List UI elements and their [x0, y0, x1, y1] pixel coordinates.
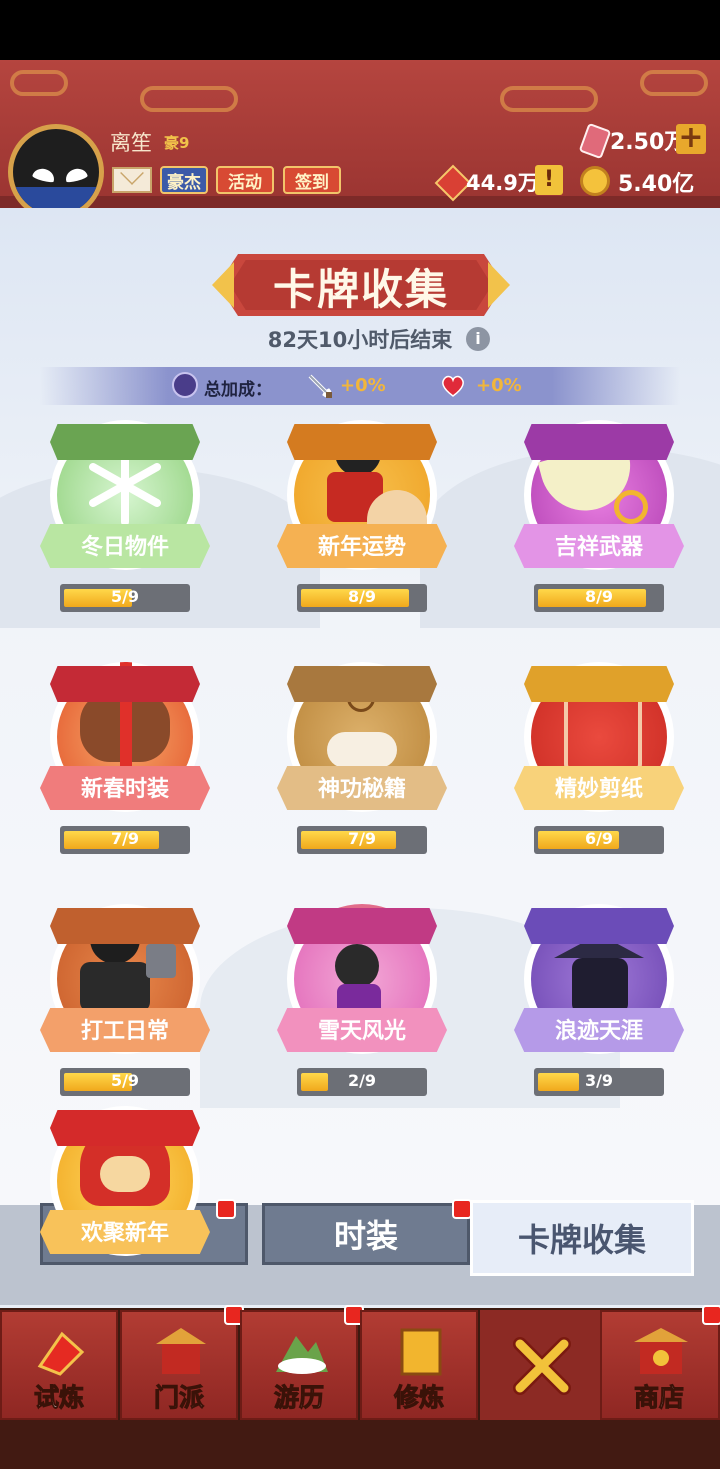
nav-trial-label: 试炼: [33, 1383, 84, 1413]
card-martial-manuals[interactable]: 神功秘籍 7/9: [277, 662, 447, 862]
progress-bar: 7/9: [297, 826, 427, 854]
progress-text: 6/9: [584, 829, 614, 848]
bonus-icon: [172, 372, 198, 398]
cloud-ornament: [500, 86, 598, 112]
card-name: 神功秘籍: [317, 777, 406, 802]
notification-dot: [702, 1305, 720, 1325]
gem-count: 2.50万: [610, 130, 687, 155]
card-name: 雪天风光: [317, 1019, 406, 1044]
nav-sect-label: 门派: [153, 1383, 204, 1413]
page-title: 卡牌收集: [272, 265, 449, 314]
nav-trial[interactable]: 试炼: [0, 1310, 118, 1420]
trial-icon: [37, 1331, 85, 1376]
sword-icon: [308, 374, 332, 398]
nav-travel-label: 游历: [273, 1383, 324, 1413]
nav-shop[interactable]: 商店: [600, 1310, 720, 1420]
card-winter-items[interactable]: 冬日物件 5/9: [40, 420, 210, 620]
mountain-icon: [276, 1336, 328, 1374]
nav-cultivate-label: 修炼: [393, 1383, 444, 1413]
card-name: 冬日物件: [80, 535, 169, 560]
event-button[interactable]: 活动: [216, 166, 274, 194]
card-name: 浪迹天涯: [554, 1019, 643, 1044]
coin-count: 5.40亿: [618, 172, 695, 197]
tab-card-collection[interactable]: 卡牌收集: [470, 1200, 694, 1276]
progress-bar: 5/9: [60, 584, 190, 612]
progress-text: 3/9: [584, 1071, 614, 1090]
hero-button[interactable]: 豪杰: [160, 166, 208, 194]
close-icon[interactable]: [512, 1336, 572, 1396]
heart-icon: [442, 375, 464, 397]
info-icon[interactable]: i: [466, 327, 490, 351]
cloud-ornament: [140, 86, 238, 112]
card-name: 吉祥武器: [554, 535, 643, 560]
nav-shop-label: 商店: [633, 1383, 684, 1413]
book-icon: [400, 1328, 442, 1376]
card-name: 打工日常: [80, 1019, 169, 1044]
nav-sect[interactable]: 门派: [120, 1310, 238, 1420]
card-paper-cutting[interactable]: 精妙剪纸 6/9: [514, 662, 684, 862]
status-bar: [0, 0, 720, 60]
progress-bar: 8/9: [297, 584, 427, 612]
progress-text: 2/9: [347, 1071, 377, 1090]
progress-text: 8/9: [347, 587, 377, 606]
honor-count: 44.9万: [466, 171, 539, 195]
card-name: 精妙剪纸: [554, 777, 643, 802]
card-name: 新春时装: [80, 777, 169, 802]
notification-dot: [452, 1199, 472, 1219]
progress-bar: 2/9: [297, 1068, 427, 1096]
progress-bar: 5/9: [60, 1068, 190, 1096]
progress-bar: 8/9: [534, 584, 664, 612]
card-work-daily[interactable]: 打工日常 5/9: [40, 904, 210, 1104]
add-gems-button[interactable]: +: [676, 123, 706, 154]
card-lucky-weapons[interactable]: 吉祥武器 8/9: [514, 420, 684, 620]
attack-bonus: +0%: [340, 375, 386, 396]
title-banner: 卡牌收集: [212, 250, 504, 320]
card-snow-scenery[interactable]: 雪天风光 2/9: [277, 904, 447, 1104]
avatar[interactable]: [8, 124, 104, 220]
progress-text: 5/9: [110, 587, 140, 606]
player-name: 离笙: [110, 131, 152, 155]
card-spring-fashion[interactable]: 新春时装 7/9: [40, 662, 210, 862]
progress-bar: 7/9: [60, 826, 190, 854]
honor-alert-button[interactable]: !: [535, 165, 563, 195]
coin-icon: [580, 166, 610, 196]
tab-fashion[interactable]: 时装: [262, 1203, 470, 1265]
cloud-ornament: [10, 70, 68, 96]
nav-cultivate[interactable]: 修炼: [360, 1310, 478, 1420]
nav-travel[interactable]: 游历: [240, 1310, 358, 1420]
progress-bar: 6/9: [534, 826, 664, 854]
progress-text: 8/9: [584, 587, 614, 606]
progress-text: 5/9: [110, 1071, 140, 1090]
event-countdown: 82天10小时后结束: [267, 328, 453, 352]
progress-text: 7/9: [347, 829, 377, 848]
header-divider: [0, 196, 720, 208]
notification-dot: [216, 1199, 236, 1219]
progress-bar: 3/9: [534, 1068, 664, 1096]
nav-floor: [0, 1420, 720, 1469]
cloud-ornament: [640, 70, 708, 96]
mail-icon[interactable]: [112, 167, 152, 193]
card-new-year-gathering[interactable]: 欢聚新年: [40, 1106, 210, 1306]
card-name: 新年运势: [317, 535, 406, 560]
shop-icon: [634, 1328, 688, 1374]
progress-text: 7/9: [110, 829, 140, 848]
card-new-year-fortune[interactable]: 新年运势 8/9: [277, 420, 447, 620]
sign-in-button[interactable]: 签到: [283, 166, 341, 194]
bonus-label: 总加成：: [204, 380, 272, 400]
sect-icon: [156, 1328, 206, 1374]
card-name: 欢聚新年: [80, 1221, 169, 1246]
player-rank: 豪9: [164, 134, 190, 152]
hp-bonus: +0%: [476, 375, 522, 396]
card-wandering[interactable]: 浪迹天涯 3/9: [514, 904, 684, 1104]
